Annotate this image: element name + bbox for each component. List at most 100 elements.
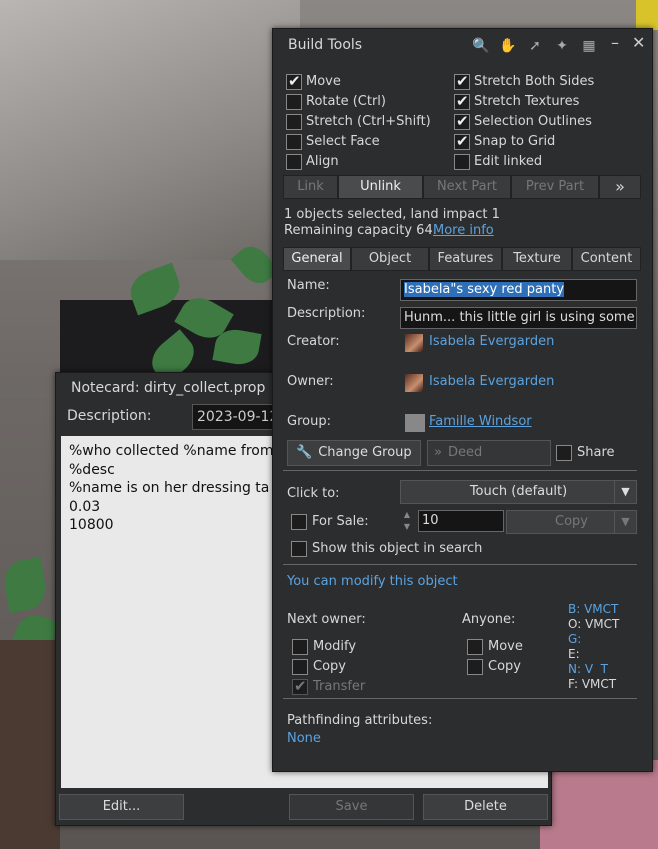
next-owner-transfer-checkbox[interactable] xyxy=(292,677,308,695)
tab-texture[interactable]: Texture xyxy=(502,247,572,271)
next-owner-copy-checkbox[interactable] xyxy=(292,659,308,675)
align-checkbox[interactable] xyxy=(286,154,302,170)
group-label: Group: xyxy=(287,414,331,429)
change-group-button[interactable]: 🔧 Change Group xyxy=(287,440,421,466)
land-icon[interactable]: ▦ xyxy=(579,37,599,55)
snap-to-grid-checkbox[interactable] xyxy=(454,132,470,150)
delete-button[interactable]: Delete xyxy=(423,794,548,820)
stretch-label: Stretch (Ctrl+Shift) xyxy=(306,114,431,129)
selection-outlines-checkbox[interactable] xyxy=(454,112,470,130)
notecard-description-label: Description: xyxy=(67,408,152,424)
creator-avatar xyxy=(405,334,423,352)
sale-type-value: Copy xyxy=(555,514,588,529)
click-action-value: Touch (default) xyxy=(469,484,568,499)
click-action-dropdown[interactable]: Touch (default) ▼ xyxy=(400,480,637,504)
anyone-copy-checkbox[interactable] xyxy=(467,659,483,675)
owner-label: Owner: xyxy=(287,374,334,389)
for-sale-checkbox[interactable] xyxy=(291,514,307,530)
separator xyxy=(283,698,637,699)
object-name-input[interactable]: Isabela"s sexy red panty xyxy=(400,279,637,301)
anyone-move-label: Move xyxy=(488,639,523,654)
select-face-checkbox[interactable] xyxy=(286,134,302,150)
tab-features[interactable]: Features xyxy=(429,247,502,271)
build-tabs: General Object Features Texture Content xyxy=(283,247,641,271)
anyone-label: Anyone: xyxy=(462,612,516,627)
perm-group: G: xyxy=(568,632,582,646)
more-arrows-button[interactable]: » xyxy=(599,175,641,199)
separator xyxy=(283,564,637,565)
share-label: Share xyxy=(577,445,615,460)
perm-base: B: VMCT xyxy=(568,602,619,616)
magnify-icon[interactable]: 🔍 xyxy=(471,37,491,55)
next-owner-modify-label: Modify xyxy=(313,639,357,654)
sale-type-dropdown[interactable]: Copy ▼ xyxy=(506,510,637,534)
next-owner-modify-checkbox[interactable] xyxy=(292,639,308,655)
pointer-icon[interactable]: ➚ xyxy=(525,37,545,55)
edit-linked-checkbox[interactable] xyxy=(454,154,470,170)
red-guide-line xyxy=(0,395,60,396)
close-button[interactable]: ✕ xyxy=(632,33,645,52)
tab-general[interactable]: General xyxy=(283,247,351,271)
creator-name-link[interactable]: Isabela Evergarden xyxy=(429,334,554,349)
rotate-label: Rotate (Ctrl) xyxy=(306,94,386,109)
name-label: Name: xyxy=(287,278,330,293)
price-spinner[interactable]: ▲ ▼ xyxy=(400,509,414,533)
creator-label: Creator: xyxy=(287,334,340,349)
share-checkbox[interactable] xyxy=(556,445,572,461)
tab-content[interactable]: Content xyxy=(572,247,641,271)
chevron-down-icon: ▼ xyxy=(614,481,636,503)
link-toolbar: Link Unlink Next Part Prev Part » xyxy=(283,175,641,199)
move-label: Move xyxy=(306,74,341,89)
link-button[interactable]: Link xyxy=(283,175,338,199)
move-checkbox[interactable] xyxy=(286,72,302,90)
align-label: Align xyxy=(306,154,339,169)
capacity-info: Remaining capacity 64. xyxy=(284,223,437,238)
prev-part-button[interactable]: Prev Part xyxy=(511,175,599,199)
wand-icon[interactable]: ✦ xyxy=(552,37,572,55)
next-part-button[interactable]: Next Part xyxy=(423,175,511,199)
more-info-link[interactable]: More info xyxy=(433,223,494,238)
notecard-title[interactable]: Notecard: dirty_collect.prop xyxy=(71,380,265,396)
select-face-label: Select Face xyxy=(306,134,380,149)
perm-everyone: E: xyxy=(568,647,580,661)
perm-next: N: V T xyxy=(568,662,609,676)
save-button[interactable]: Save xyxy=(289,794,414,820)
pathfinding-label: Pathfinding attributes: xyxy=(287,713,433,728)
group-icon xyxy=(405,414,425,432)
anyone-move-checkbox[interactable] xyxy=(467,639,483,655)
show-in-search-label: Show this object in search xyxy=(312,541,483,556)
selection-info: 1 objects selected, land impact 1 xyxy=(284,207,500,222)
deed-button[interactable]: » Deed xyxy=(427,440,551,466)
unlink-button[interactable]: Unlink xyxy=(338,175,423,199)
tab-object[interactable]: Object xyxy=(351,247,429,271)
click-to-label: Click to: xyxy=(287,486,340,501)
deed-arrows-icon: » xyxy=(434,445,442,460)
owner-name-link[interactable]: Isabela Evergarden xyxy=(429,374,554,389)
next-owner-label: Next owner: xyxy=(287,612,366,627)
grab-icon[interactable]: ✋ xyxy=(498,37,518,55)
wall-panel xyxy=(0,0,300,260)
wrench-icon: 🔧 xyxy=(296,445,313,460)
perm-folded: F: VMCT xyxy=(568,677,617,691)
minimize-button[interactable]: – xyxy=(611,33,619,52)
next-owner-transfer-label: Transfer xyxy=(313,679,366,694)
group-name-link[interactable]: Famille Windsor xyxy=(429,414,532,429)
rotate-checkbox[interactable] xyxy=(286,94,302,110)
pink-furniture xyxy=(540,760,658,849)
edit-button[interactable]: Edit... xyxy=(59,794,184,820)
build-tools-window[interactable]: Build Tools 🔍 ✋ ➚ ✦ ▦ – ✕ Move Rotate (C… xyxy=(272,28,653,772)
object-description-input[interactable]: Hunm... this little girl is using some s xyxy=(400,307,637,329)
stretch-checkbox[interactable] xyxy=(286,114,302,130)
chevron-down-icon: ▼ xyxy=(614,511,636,533)
stretch-textures-label: Stretch Textures xyxy=(474,94,580,109)
owner-avatar xyxy=(405,374,423,392)
stretch-textures-checkbox[interactable] xyxy=(454,92,470,110)
price-input[interactable]: 10 xyxy=(418,510,504,532)
show-in-search-checkbox[interactable] xyxy=(291,541,307,557)
for-sale-label: For Sale: xyxy=(312,514,369,529)
snap-to-grid-label: Snap to Grid xyxy=(474,134,556,149)
stretch-both-sides-checkbox[interactable] xyxy=(454,72,470,90)
change-group-label: Change Group xyxy=(318,445,412,460)
perm-owner: O: VMCT xyxy=(568,617,620,631)
build-tools-title[interactable]: Build Tools xyxy=(288,37,362,53)
